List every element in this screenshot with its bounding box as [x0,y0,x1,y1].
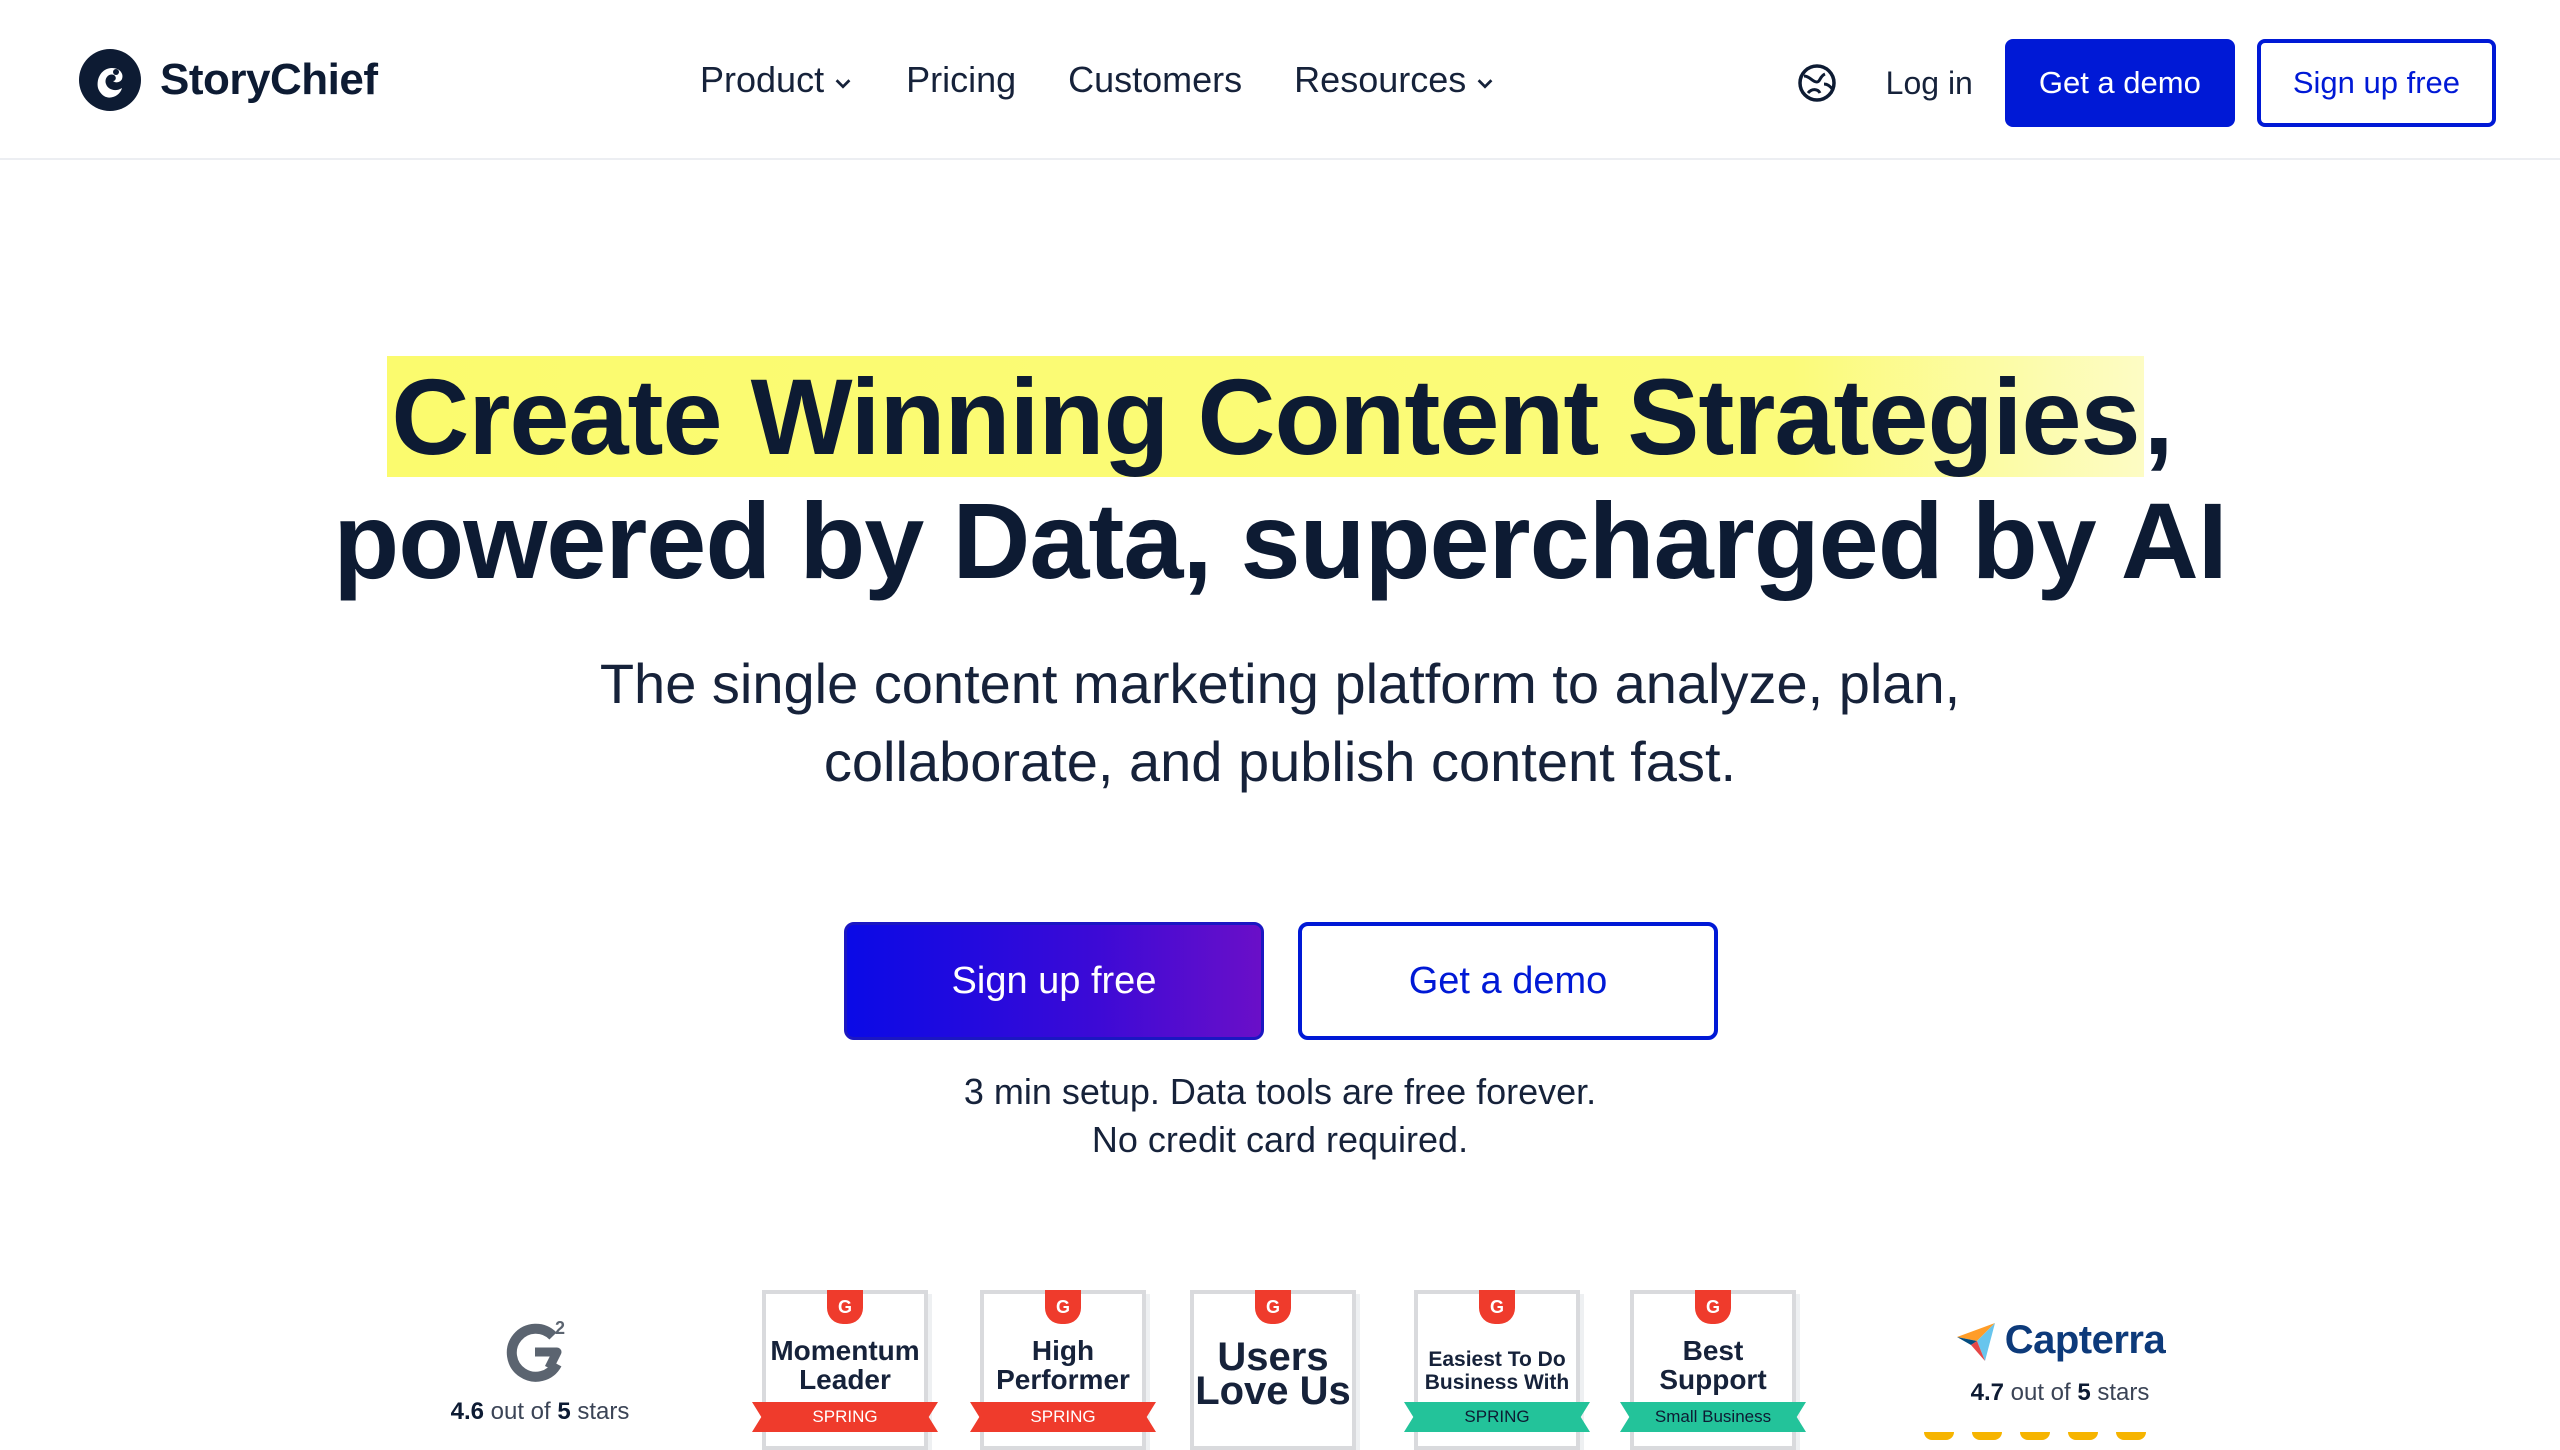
header-actions: Log in Get a demo Sign up free [1796,39,2496,127]
setup-note-line-2: No credit card required. [1091,1119,1469,1160]
setup-note: 3 min setup. Data tools are free forever… [0,1068,2560,1164]
star-icon [2020,1432,2050,1440]
capterra-rating-text: 4.7 out of 5 stars [1910,1379,2210,1407]
headline-highlight: Create Winning Content Strategies [387,356,2144,477]
g2-badge-icon: G [1695,1290,1731,1324]
g2-badge-high-performer[interactable]: G High Performer SPRING [970,1290,1156,1450]
hero-signup-button[interactable]: Sign up free [844,922,1264,1040]
badge-line-1: Best [1682,1335,1744,1366]
nav-item-customers[interactable]: Customers [1068,59,1242,101]
badge-line-2: Leader [799,1364,891,1395]
headline-line-2: powered by Data, supercharged by AI [333,480,2228,601]
badge-title: Easiest To Do Business With [1414,1348,1580,1394]
capterra-pre: out of [2010,1379,2071,1406]
g2-max: 5 [557,1398,571,1425]
globe-icon[interactable] [1796,62,1838,104]
badge-title: High Performer [980,1336,1146,1394]
site-header: StoryChief Product Pricing Customers Res… [0,0,2560,160]
badge-ribbon: SPRING [752,1402,938,1432]
badge-line-2: Support [1659,1364,1767,1395]
headline-line-1: Create Winning Content Strategies, [0,355,2560,479]
star-icon [1972,1432,2002,1440]
nav-item-product[interactable]: Product [700,59,854,101]
hero-headline: Create Winning Content Strategies, power… [0,355,2560,603]
badge-line-1: Easiest To Do [1428,1348,1566,1371]
g2-rating-text: 4.6 out of 5 stars [420,1398,660,1426]
star-icon [2068,1432,2098,1440]
brand-logo[interactable]: StoryChief [78,48,378,112]
chevron-down-icon [1477,79,1493,89]
star-icon [2116,1432,2146,1440]
g2-badge-icon: G [827,1290,863,1324]
nav-item-pricing[interactable]: Pricing [906,59,1016,101]
badge-line-1: High [1031,1335,1095,1366]
g2-badge-users-love-us[interactable]: G Users Love Us [1190,1290,1356,1450]
badge-line-2: Love Us [1195,1369,1351,1413]
capterra-stars [1924,1432,2146,1440]
g2-badge-easiest-to-do-business[interactable]: G Easiest To Do Business With SPRING [1404,1290,1590,1450]
badge-line-2: Performer [996,1364,1130,1395]
hero-subtitle: The single content marketing platform to… [0,645,2560,801]
capterra-post: stars [2097,1379,2150,1406]
badge-title: Momentum Leader [762,1336,928,1394]
g2-badge-icon: G [1479,1290,1515,1324]
login-link[interactable]: Log in [1886,65,1973,102]
capterra-score: 4.7 [1970,1379,2004,1406]
capterra-rating[interactable]: Capterra 4.7 out of 5 stars [1910,1318,2210,1407]
subtitle-line-1: The single content marketing platform to… [599,652,1961,715]
main-nav: Product Pricing Customers Resources [700,48,1496,112]
badge-ribbon: Small Business [1620,1402,1806,1432]
g2-score: 4.6 [450,1398,484,1425]
g2-badge-best-support[interactable]: G Best Support Small Business [1620,1290,1806,1450]
g2-badge-icon: G [1255,1290,1291,1324]
subtitle-line-2: collaborate, and publish content fast. [823,730,1737,793]
g2-badge-icon: G [1045,1290,1081,1324]
nav-item-label: Customers [1068,59,1243,100]
setup-note-line-1: 3 min setup. Data tools are free forever… [963,1071,1597,1112]
g2-badge-momentum-leader[interactable]: G Momentum Leader SPRING [752,1290,938,1450]
badge-line-1: Momentum [770,1335,920,1366]
capterra-arrow-icon [1956,1322,1995,1361]
badge-ribbon: SPRING [1404,1402,1590,1432]
g2-logo-icon: 2 [506,1318,565,1382]
badge-title: Best Support [1630,1336,1796,1394]
nav-item-label: Product [700,59,825,100]
star-icon [1924,1432,1954,1440]
capterra-max: 5 [2077,1379,2091,1406]
capterra-logo: Capterra [1910,1318,2210,1363]
hero-cta-row: Sign up free Get a demo [844,922,1718,1040]
chevron-down-icon [835,79,851,89]
badge-title: Users Love Us [1190,1337,1356,1413]
g2-rating[interactable]: 2 4.6 out of 5 stars [420,1318,660,1426]
get-demo-button[interactable]: Get a demo [2004,39,2235,127]
capterra-name: Capterra [2004,1318,2166,1362]
nav-item-resources[interactable]: Resources [1294,59,1496,101]
nav-item-label: Resources [1294,59,1467,100]
nav-item-label: Pricing [906,59,1017,100]
brand-name: StoryChief [160,55,378,104]
signup-button[interactable]: Sign up free [2256,39,2496,127]
hero-demo-button[interactable]: Get a demo [1298,922,1718,1040]
storychief-logo-icon [79,49,141,111]
headline-comma: , [2143,356,2174,477]
svg-text:2: 2 [555,1318,565,1338]
g2-post: stars [577,1398,630,1425]
g2-pre: out of [490,1398,551,1425]
badge-ribbon: SPRING [970,1402,1156,1432]
badge-line-2: Business With [1424,1371,1570,1394]
